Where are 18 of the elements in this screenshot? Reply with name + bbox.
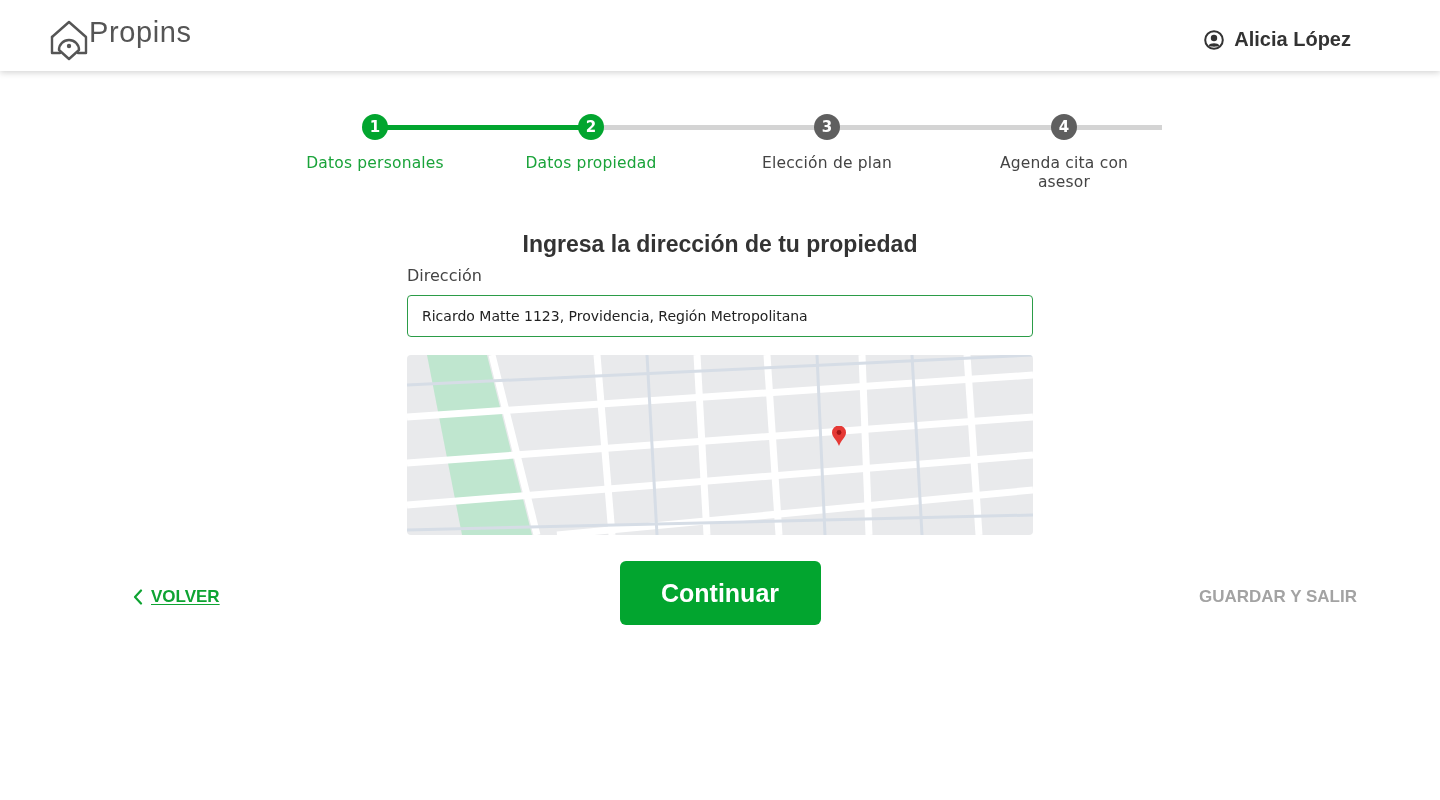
user-menu[interactable]: Alicia López: [1204, 28, 1351, 51]
step-label: Datos personales: [305, 154, 445, 174]
step-label: Datos propiedad: [524, 154, 658, 174]
address-input[interactable]: Ricardo Matte 1123, Providencia, Región Metropolitana: [407, 295, 1033, 337]
form-title: Ingresa la dirección de tu propiedad: [521, 230, 919, 258]
step-number: 4: [1051, 114, 1077, 140]
step-number: 1: [362, 114, 388, 140]
step-label: Agenda cita con asesor: [998, 154, 1130, 192]
field-label: Dirección: [407, 266, 482, 286]
step-number: 2: [578, 114, 604, 140]
user-account-icon: [1204, 29, 1225, 50]
chevron-left-icon: [133, 589, 143, 605]
house-pin-logo-icon: [50, 20, 88, 61]
map-pin-icon: [832, 426, 846, 446]
logo-wordmark[interactable]: Propins: [89, 15, 192, 49]
street-map-drawing[interactable]: [407, 355, 1033, 535]
step-number: 3: [814, 114, 840, 140]
step-label: Elección de plan: [760, 154, 894, 174]
